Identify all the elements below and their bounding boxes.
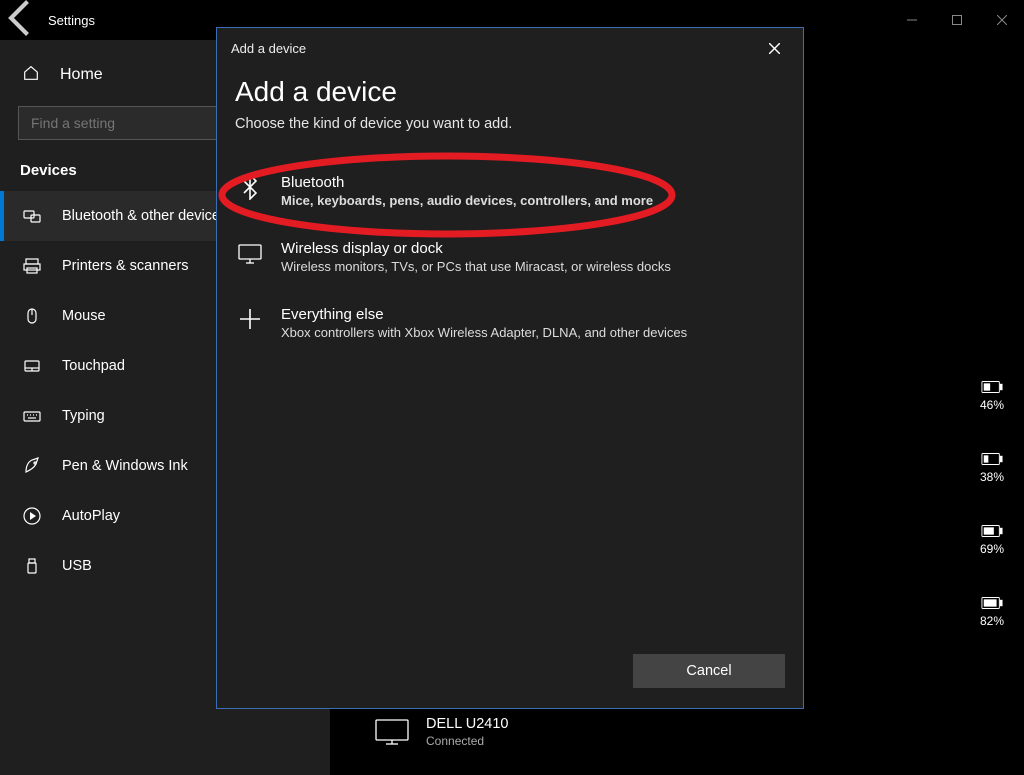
add-device-dialog: Add a device Add a device Choose the kin…	[216, 27, 804, 709]
cancel-button[interactable]: Cancel	[633, 654, 785, 688]
dialog-title: Add a device	[235, 76, 785, 108]
battery-percent: 46%	[980, 398, 1004, 412]
option-desc: Wireless monitors, TVs, or PCs that use …	[281, 259, 671, 274]
printer-icon	[22, 256, 42, 276]
option-title: Everything else	[281, 306, 687, 323]
battery-percent: 69%	[980, 542, 1004, 556]
option-wireless-display[interactable]: Wireless display or dock Wireless monito…	[235, 232, 785, 298]
battery-indicator: 46%	[980, 380, 1004, 412]
option-title: Bluetooth	[281, 174, 653, 191]
battery-percent: 38%	[980, 470, 1004, 484]
display-icon	[237, 240, 263, 266]
battery-status-column: 46% 38% 69% 82%	[980, 380, 1004, 628]
connected-device-status: Connected	[426, 734, 509, 748]
option-desc: Mice, keyboards, pens, audio devices, co…	[281, 193, 653, 208]
home-icon	[22, 64, 40, 87]
sidebar-item-label: USB	[62, 558, 92, 574]
back-button[interactable]	[0, 0, 44, 45]
dialog-header: Add a device	[217, 28, 803, 68]
monitor-icon	[374, 718, 410, 746]
bt-devices-icon	[22, 206, 42, 226]
option-everything-else[interactable]: Everything else Xbox controllers with Xb…	[235, 298, 785, 364]
sidebar-item-label: Touchpad	[62, 358, 125, 374]
keyboard-icon	[22, 406, 42, 426]
close-button[interactable]	[979, 4, 1024, 36]
minimize-button[interactable]	[889, 4, 934, 36]
touchpad-icon	[22, 356, 42, 376]
battery-indicator: 82%	[980, 596, 1004, 628]
sidebar-item-label: Typing	[62, 408, 105, 424]
sidebar-item-label: AutoPlay	[62, 508, 120, 524]
sidebar-item-label: Bluetooth & other device	[62, 208, 220, 224]
dialog-subtitle: Choose the kind of device you want to ad…	[235, 116, 785, 132]
plus-icon	[237, 306, 263, 332]
sidebar-home-label: Home	[60, 66, 103, 84]
maximize-button[interactable]	[934, 4, 979, 36]
autoplay-icon	[22, 506, 42, 526]
battery-percent: 82%	[980, 614, 1004, 628]
window-title: Settings	[48, 13, 95, 28]
sidebar-item-label: Pen & Windows Ink	[62, 458, 188, 474]
mouse-icon	[22, 306, 42, 326]
option-bluetooth[interactable]: Bluetooth Mice, keyboards, pens, audio d…	[235, 166, 785, 232]
connected-device-row[interactable]: DELL U2410 Connected	[374, 716, 509, 748]
option-title: Wireless display or dock	[281, 240, 671, 257]
option-desc: Xbox controllers with Xbox Wireless Adap…	[281, 325, 687, 340]
sidebar-item-label: Printers & scanners	[62, 258, 189, 274]
battery-indicator: 69%	[980, 524, 1004, 556]
sidebar-item-label: Mouse	[62, 308, 106, 324]
dialog-header-title: Add a device	[231, 41, 306, 56]
usb-icon	[22, 556, 42, 576]
connected-device-name: DELL U2410	[426, 716, 509, 732]
battery-indicator: 38%	[980, 452, 1004, 484]
pen-icon	[22, 456, 42, 476]
bluetooth-icon	[237, 174, 263, 200]
dialog-close-button[interactable]	[759, 33, 789, 63]
